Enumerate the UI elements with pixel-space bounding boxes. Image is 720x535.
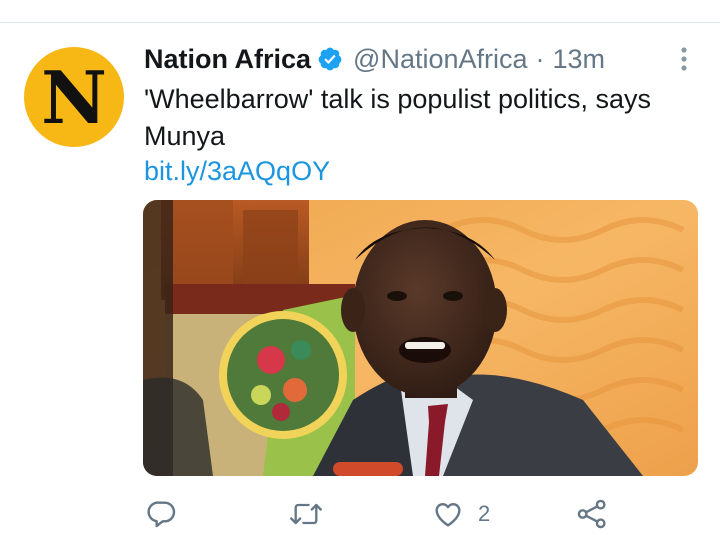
tweet[interactable]: N Nation Africa @NationAfrica · 13m 'Whe… (0, 23, 720, 535)
photo-speaker-at-podium (143, 200, 698, 476)
tweet-header: Nation Africa @NationAfrica · 13m (144, 41, 605, 77)
user-handle[interactable]: @NationAfrica (353, 44, 527, 75)
heart-icon (435, 502, 461, 527)
tweet-media-photo[interactable] (143, 200, 698, 476)
retweet-action[interactable] (288, 494, 338, 534)
reply-icon (147, 501, 176, 528)
verified-icon (318, 47, 342, 71)
tweet-actions: 2 (0, 494, 720, 534)
like-action[interactable]: 2 (432, 494, 490, 534)
header-separator: · (535, 43, 545, 74)
share-action[interactable] (576, 494, 622, 534)
reply-action[interactable] (146, 494, 192, 534)
share-icon (577, 499, 606, 529)
display-name[interactable]: Nation Africa (144, 44, 311, 75)
avatar[interactable]: N (24, 47, 124, 147)
tweet-link[interactable]: bit.ly/3aAQqOY (144, 153, 330, 190)
tweet-timestamp[interactable]: 13m (553, 44, 606, 75)
tweet-text: 'Wheelbarrow' talk is populist politics,… (144, 84, 652, 151)
retweet-icon (290, 503, 322, 525)
more-vertical-icon[interactable] (672, 45, 696, 73)
avatar-logo-letter: N (41, 55, 107, 140)
like-count: 2 (478, 501, 491, 526)
